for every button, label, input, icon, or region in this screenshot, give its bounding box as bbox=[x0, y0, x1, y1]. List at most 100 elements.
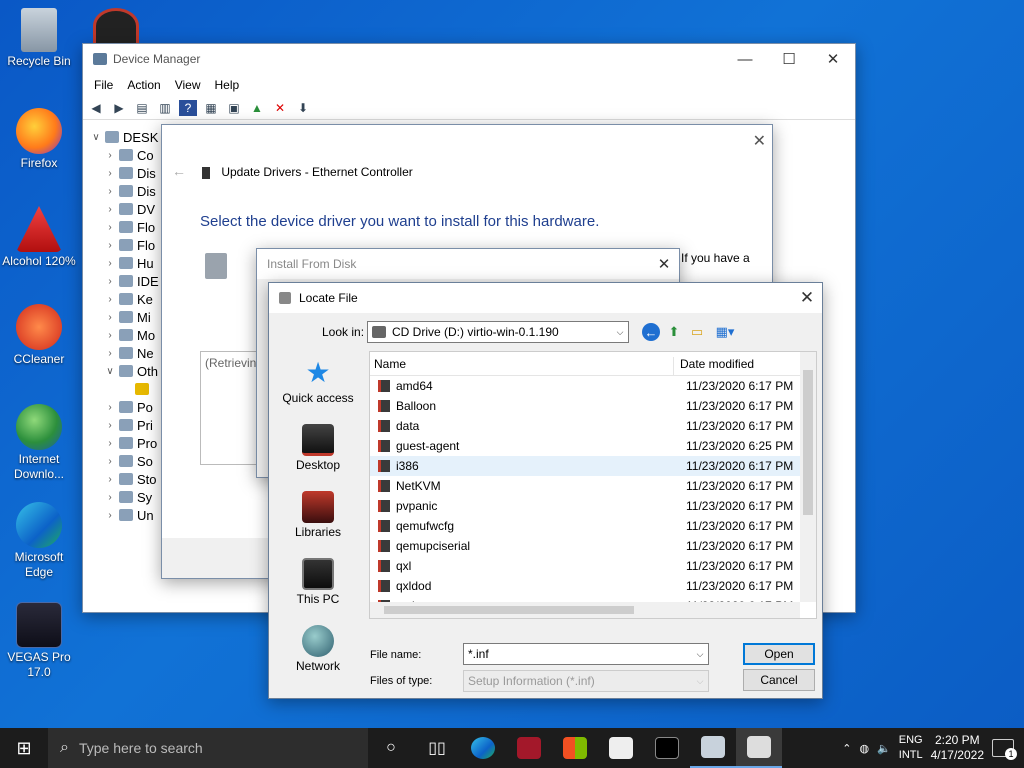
device-manager-titlebar[interactable]: Device Manager — ☐ ✕ bbox=[83, 44, 855, 74]
cancel-button[interactable]: Cancel bbox=[743, 669, 815, 691]
chevron-right-icon[interactable]: › bbox=[103, 492, 117, 503]
back-icon[interactable]: ← bbox=[642, 323, 660, 341]
chevron-right-icon[interactable]: › bbox=[103, 186, 117, 197]
chevron-right-icon[interactable]: › bbox=[103, 330, 117, 341]
driver-list-box[interactable]: (Retrievin bbox=[200, 351, 260, 465]
chevron-right-icon[interactable]: › bbox=[103, 438, 117, 449]
cortana-button[interactable]: ○ bbox=[368, 728, 414, 768]
file-row[interactable]: guest-agent 11/23/2020 6:25 PM bbox=[370, 436, 802, 456]
scrollbar-thumb[interactable] bbox=[803, 370, 813, 515]
tree-item[interactable]: › Un bbox=[83, 506, 163, 524]
chevron-down-icon[interactable]: ⌵ bbox=[692, 649, 708, 660]
file-row[interactable]: NetKVM 11/23/2020 6:17 PM bbox=[370, 476, 802, 496]
chevron-right-icon[interactable]: › bbox=[103, 276, 117, 287]
tree-item[interactable]: › Sto bbox=[83, 470, 163, 488]
open-button[interactable]: Open bbox=[743, 643, 815, 665]
close-icon[interactable]: ✕ bbox=[753, 131, 766, 151]
column-header-name[interactable]: Name bbox=[370, 357, 674, 375]
tree-item[interactable]: › Sy bbox=[83, 488, 163, 506]
download-driver-icon[interactable]: ⬇ bbox=[294, 100, 312, 116]
up-folder-icon[interactable]: ⬆ bbox=[665, 323, 683, 341]
place-quick-access[interactable]: ★ Quick access bbox=[269, 357, 367, 418]
scrollbar-thumb[interactable] bbox=[384, 606, 634, 614]
file-row[interactable]: Balloon 11/23/2020 6:17 PM bbox=[370, 396, 802, 416]
close-button[interactable]: ✕ bbox=[792, 283, 822, 313]
taskbar-install-wizard[interactable] bbox=[736, 728, 782, 768]
desktop-icon-recycle-bin[interactable]: Recycle Bin bbox=[0, 8, 78, 69]
place-network[interactable]: Network bbox=[269, 625, 367, 686]
view-menu-icon[interactable]: ▦▾ bbox=[711, 323, 739, 341]
volume-muted-icon[interactable]: 🔈 bbox=[877, 742, 891, 755]
back-arrow-icon[interactable]: ← bbox=[172, 163, 186, 179]
desktop-icon-firefox[interactable]: Firefox bbox=[0, 108, 78, 171]
file-type-dropdown[interactable]: Setup Information (*.inf) ⌵ bbox=[463, 670, 709, 692]
tree-item[interactable]: ∨ Oth bbox=[83, 362, 163, 380]
place-libraries[interactable]: Libraries bbox=[269, 491, 367, 552]
tree-item[interactable]: › Hu bbox=[83, 254, 163, 272]
taskbar-search[interactable]: ⌕ Type here to search bbox=[48, 728, 368, 768]
tree-item[interactable]: › Flo bbox=[83, 218, 163, 236]
place-this-pc[interactable]: This PC bbox=[269, 558, 367, 619]
tree-item[interactable]: › Co bbox=[83, 146, 163, 164]
list-view-icon[interactable]: ▥ bbox=[156, 100, 174, 116]
minimize-button[interactable]: — bbox=[723, 44, 767, 74]
taskbar-device-manager[interactable] bbox=[690, 728, 736, 768]
chevron-down-icon[interactable]: ∨ bbox=[89, 132, 103, 143]
chevron-right-icon[interactable]: › bbox=[103, 294, 117, 305]
desktop-icon-ccleaner[interactable]: CCleaner bbox=[0, 304, 78, 367]
chevron-right-icon[interactable]: › bbox=[103, 240, 117, 251]
menu-action[interactable]: Action bbox=[120, 78, 167, 92]
file-name-input[interactable]: *.inf ⌵ bbox=[463, 643, 709, 665]
close-button[interactable]: ✕ bbox=[649, 249, 679, 279]
taskbar-rog-app[interactable] bbox=[506, 728, 552, 768]
app-shortcut-icon[interactable] bbox=[93, 8, 139, 44]
input-language[interactable]: ENG INTL bbox=[899, 733, 923, 763]
start-button[interactable]: ⊞ bbox=[0, 728, 48, 768]
uninstall-device-icon[interactable]: ✕ bbox=[271, 100, 289, 116]
file-row[interactable]: qxldod 11/23/2020 6:17 PM bbox=[370, 576, 802, 596]
menu-file[interactable]: File bbox=[87, 78, 120, 92]
chevron-right-icon[interactable]: › bbox=[103, 312, 117, 323]
properties-view-icon[interactable]: ▤ bbox=[133, 100, 151, 116]
file-row[interactable]: amd64 11/23/2020 6:17 PM bbox=[370, 376, 802, 396]
desktop-icon-alcohol[interactable]: Alcohol 120% bbox=[0, 206, 78, 269]
tree-item[interactable]: › Po bbox=[83, 398, 163, 416]
taskbar-store[interactable] bbox=[552, 728, 598, 768]
chevron-right-icon[interactable]: › bbox=[103, 150, 117, 161]
locate-file-dialog[interactable]: Locate File ✕ Look in: CD Drive (D:) vir… bbox=[268, 282, 823, 699]
file-row[interactable]: qemufwcfg 11/23/2020 6:17 PM bbox=[370, 516, 802, 536]
chevron-right-icon[interactable]: › bbox=[103, 348, 117, 359]
chevron-right-icon[interactable]: › bbox=[103, 420, 117, 431]
network-icon[interactable]: ◍ bbox=[859, 742, 869, 755]
tree-item[interactable]: › So bbox=[83, 452, 163, 470]
tree-item[interactable] bbox=[83, 380, 163, 398]
clock[interactable]: 2:20 PM 4/17/2022 bbox=[931, 733, 984, 763]
task-view-button[interactable]: ▯▯ bbox=[414, 728, 460, 768]
column-header-date[interactable]: Date modified bbox=[674, 357, 754, 375]
desktop-icon-vegas-pro[interactable]: VEGAS Pro 17.0 bbox=[0, 602, 78, 680]
chevron-right-icon[interactable]: › bbox=[103, 402, 117, 413]
notifications-button[interactable]: 1 bbox=[992, 739, 1017, 760]
chevron-right-icon[interactable]: › bbox=[103, 258, 117, 269]
file-row[interactable]: qemupciserial 11/23/2020 6:17 PM bbox=[370, 536, 802, 556]
back-arrow-icon[interactable]: ◀ bbox=[87, 100, 105, 116]
maximize-button[interactable]: ☐ bbox=[767, 44, 811, 74]
tree-item[interactable]: › Ne bbox=[83, 344, 163, 362]
taskbar-mail[interactable] bbox=[598, 728, 644, 768]
resources-view-icon[interactable]: ▦ bbox=[202, 100, 220, 116]
new-folder-icon[interactable]: ▭ bbox=[688, 323, 706, 341]
taskbar-edge[interactable] bbox=[460, 728, 506, 768]
chevron-right-icon[interactable]: › bbox=[103, 474, 117, 485]
scan-hardware-icon[interactable]: ▣ bbox=[225, 100, 243, 116]
install-from-disk-titlebar[interactable]: Install From Disk ✕ bbox=[257, 249, 679, 279]
chevron-up-icon[interactable]: ⌃ bbox=[842, 742, 851, 755]
chevron-right-icon[interactable]: › bbox=[103, 168, 117, 179]
tree-root[interactable]: ∨ DESK bbox=[83, 128, 163, 146]
file-row[interactable]: qxl 11/23/2020 6:17 PM bbox=[370, 556, 802, 576]
menu-view[interactable]: View bbox=[168, 78, 208, 92]
file-list[interactable]: Name Date modified amd64 11/23/2020 6:17 … bbox=[369, 351, 817, 619]
locate-file-titlebar[interactable]: Locate File ✕ bbox=[269, 283, 822, 313]
chevron-right-icon[interactable]: › bbox=[103, 204, 117, 215]
chevron-down-icon[interactable]: ∨ bbox=[103, 366, 117, 377]
tree-item[interactable]: › IDE bbox=[83, 272, 163, 290]
